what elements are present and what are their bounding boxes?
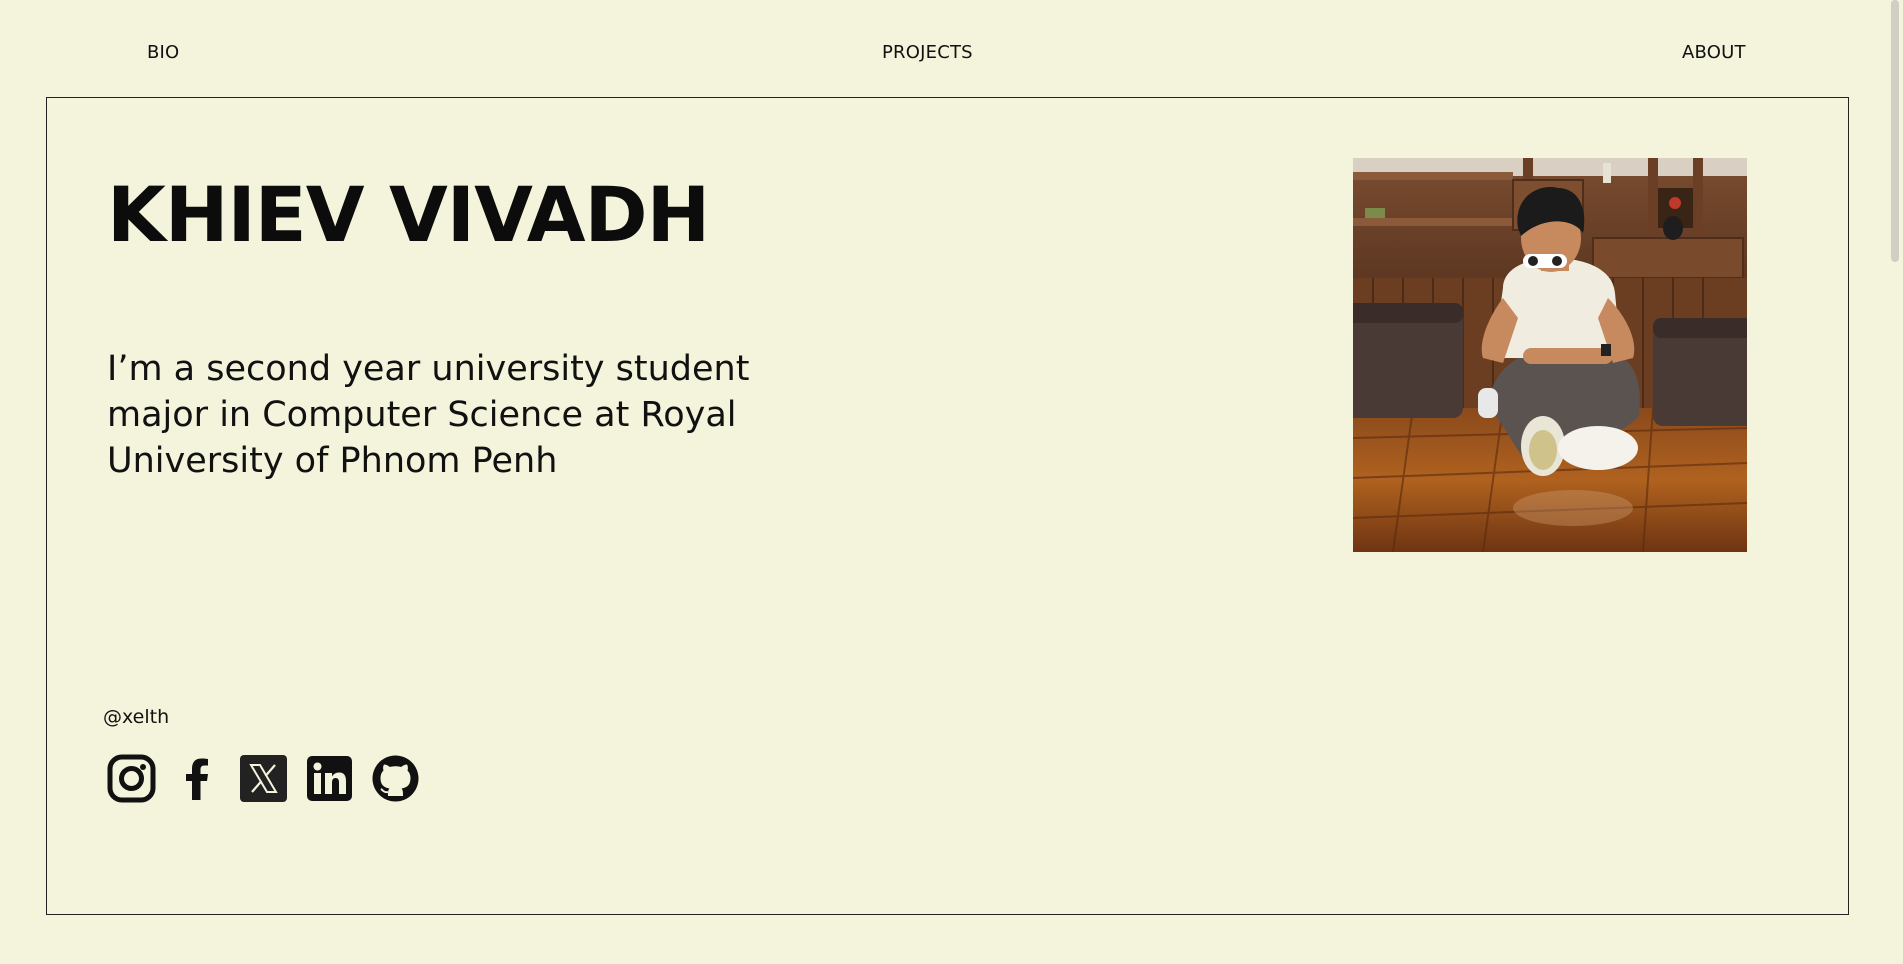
social-handle: @xelth bbox=[103, 706, 170, 728]
profile-photo bbox=[1353, 158, 1747, 552]
page-title: KHIEV VIVADH bbox=[107, 170, 710, 259]
facebook-icon[interactable] bbox=[173, 754, 222, 803]
nav-bio-link[interactable]: BIO bbox=[147, 42, 179, 63]
scrollbar-thumb[interactable] bbox=[1891, 0, 1899, 262]
bio-text: I’m a second year university student maj… bbox=[107, 349, 750, 481]
social-links bbox=[107, 754, 420, 803]
instagram-icon[interactable] bbox=[107, 754, 156, 803]
page: BIO PROJECTS ABOUT KHIEV VIVADH I’m a se… bbox=[0, 0, 1903, 964]
nav-about-link[interactable]: ABOUT bbox=[1682, 42, 1746, 63]
x-twitter-icon[interactable] bbox=[239, 754, 288, 803]
page-scrollbar[interactable] bbox=[1886, 0, 1903, 964]
linkedin-icon[interactable] bbox=[305, 754, 354, 803]
nav-projects-link[interactable]: PROJECTS bbox=[882, 42, 973, 63]
github-icon[interactable] bbox=[371, 754, 420, 803]
